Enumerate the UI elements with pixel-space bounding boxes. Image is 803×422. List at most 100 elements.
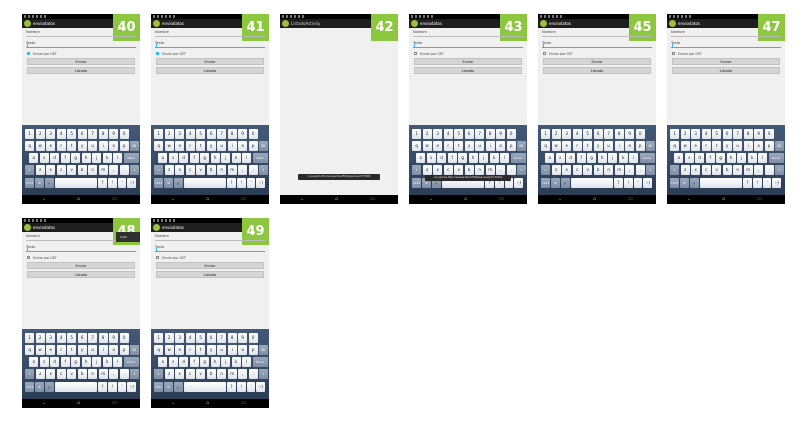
key-c[interactable]: c bbox=[185, 165, 195, 175]
key-5[interactable]: 5 bbox=[67, 333, 77, 343]
key-z[interactable]: z bbox=[680, 165, 690, 175]
space-key[interactable] bbox=[184, 178, 226, 188]
key-punct-2[interactable]: ' bbox=[117, 382, 127, 392]
key-a[interactable]: a bbox=[545, 153, 555, 163]
key-period[interactable]: . bbox=[119, 165, 129, 175]
key-m[interactable]: m bbox=[98, 165, 108, 175]
key-e[interactable]: e bbox=[433, 141, 443, 151]
home-icon[interactable]: ⌂ bbox=[206, 401, 209, 406]
symbols-key[interactable]: ?123 bbox=[412, 178, 421, 188]
key-r[interactable]: r bbox=[185, 345, 195, 355]
key-period[interactable]: . bbox=[764, 165, 774, 175]
key-y[interactable]: y bbox=[593, 141, 603, 151]
key-f[interactable]: f bbox=[705, 153, 715, 163]
texto-field[interactable] bbox=[542, 44, 652, 48]
key-2[interactable]: 2 bbox=[422, 129, 432, 139]
key-5[interactable]: 5 bbox=[196, 333, 206, 343]
key-z[interactable]: z bbox=[164, 369, 174, 379]
settings-key[interactable]: ⚙ bbox=[551, 178, 560, 188]
enviar-button[interactable]: Enviar bbox=[156, 262, 264, 269]
texto-field[interactable] bbox=[413, 44, 523, 48]
key-l[interactable]: l bbox=[629, 153, 639, 163]
key-q[interactable]: q bbox=[541, 141, 551, 151]
key-comma[interactable]: , bbox=[754, 165, 764, 175]
key-w[interactable]: w bbox=[164, 345, 174, 355]
enviar-button[interactable]: Enviar bbox=[156, 58, 264, 65]
key-a[interactable]: a bbox=[158, 357, 168, 367]
recents-icon[interactable]: ▭ bbox=[628, 197, 633, 202]
key-f[interactable]: f bbox=[60, 153, 70, 163]
texto-field[interactable] bbox=[26, 248, 136, 252]
key-c[interactable]: c bbox=[56, 165, 66, 175]
backspace-key[interactable]: ⌫ bbox=[258, 345, 268, 355]
recents-icon[interactable]: ▭ bbox=[757, 197, 762, 202]
key-9[interactable]: 9 bbox=[109, 333, 119, 343]
key-punct-3[interactable]: :-) bbox=[256, 178, 266, 188]
key-c[interactable]: c bbox=[56, 369, 66, 379]
key-j[interactable]: j bbox=[221, 357, 231, 367]
key-t[interactable]: t bbox=[454, 141, 464, 151]
key-x[interactable]: x bbox=[46, 369, 56, 379]
key-1[interactable]: 1 bbox=[25, 129, 35, 139]
key-d[interactable]: d bbox=[179, 357, 189, 367]
symbols-key[interactable]: ?123 bbox=[670, 178, 679, 188]
backspace-key[interactable]: ⌫ bbox=[129, 345, 139, 355]
space-key[interactable] bbox=[571, 178, 613, 188]
recents-icon[interactable]: ▭ bbox=[241, 197, 246, 202]
key-3[interactable]: 3 bbox=[175, 333, 185, 343]
key-x[interactable]: x bbox=[433, 165, 443, 175]
key-s[interactable]: s bbox=[39, 153, 49, 163]
key-0[interactable]: 0 bbox=[119, 333, 129, 343]
key-8[interactable]: 8 bbox=[614, 129, 624, 139]
key-g[interactable]: g bbox=[71, 153, 81, 163]
key-b[interactable]: b bbox=[206, 165, 216, 175]
key-u[interactable]: u bbox=[217, 141, 227, 151]
key-c[interactable]: c bbox=[701, 165, 711, 175]
key-e[interactable]: e bbox=[46, 345, 56, 355]
key-m[interactable]: m bbox=[227, 369, 237, 379]
key-d[interactable]: d bbox=[50, 153, 60, 163]
key-s[interactable]: s bbox=[39, 357, 49, 367]
mic-key[interactable]: 🎤 bbox=[45, 178, 54, 188]
key-m[interactable]: m bbox=[743, 165, 753, 175]
mic-key[interactable]: 🎤 bbox=[174, 178, 183, 188]
key-v[interactable]: v bbox=[67, 369, 77, 379]
key-z[interactable]: z bbox=[35, 369, 45, 379]
nombre-field[interactable] bbox=[671, 34, 781, 37]
key-y[interactable]: y bbox=[77, 345, 87, 355]
key-b[interactable]: b bbox=[593, 165, 603, 175]
key-k[interactable]: k bbox=[618, 153, 628, 163]
key-6[interactable]: 6 bbox=[206, 129, 216, 139]
key-p[interactable]: p bbox=[119, 141, 129, 151]
back-icon[interactable]: ⌄ bbox=[42, 197, 46, 202]
key-y[interactable]: y bbox=[464, 141, 474, 151]
key-r[interactable]: r bbox=[56, 141, 66, 151]
space-key[interactable] bbox=[184, 382, 226, 392]
shift-key-right[interactable]: ⇧ bbox=[259, 165, 268, 175]
get-checkbox[interactable] bbox=[27, 52, 30, 55]
key-6[interactable]: 6 bbox=[77, 129, 87, 139]
key-2[interactable]: 2 bbox=[35, 129, 45, 139]
key-3[interactable]: 3 bbox=[46, 129, 56, 139]
shift-key[interactable]: ⇧ bbox=[541, 165, 550, 175]
key-z[interactable]: z bbox=[164, 165, 174, 175]
key-b[interactable]: b bbox=[722, 165, 732, 175]
recents-icon[interactable]: ▭ bbox=[499, 197, 504, 202]
key-e[interactable]: e bbox=[562, 141, 572, 151]
key-g[interactable]: g bbox=[200, 357, 210, 367]
key-0[interactable]: 0 bbox=[635, 129, 645, 139]
key-n[interactable]: n bbox=[733, 165, 743, 175]
key-w[interactable]: w bbox=[35, 141, 45, 151]
key-c[interactable]: c bbox=[185, 369, 195, 379]
key-period[interactable]: . bbox=[248, 369, 258, 379]
space-key[interactable] bbox=[55, 382, 97, 392]
key-w[interactable]: w bbox=[680, 141, 690, 151]
key-9[interactable]: 9 bbox=[109, 129, 119, 139]
home-icon[interactable]: ⌂ bbox=[77, 401, 80, 406]
key-7[interactable]: 7 bbox=[604, 129, 614, 139]
back-icon[interactable]: ⌄ bbox=[687, 197, 691, 202]
key-1[interactable]: 1 bbox=[670, 129, 680, 139]
settings-key[interactable]: ⚙ bbox=[164, 382, 173, 392]
key-i[interactable]: i bbox=[743, 141, 753, 151]
action-key[interactable]: Done bbox=[639, 153, 655, 163]
